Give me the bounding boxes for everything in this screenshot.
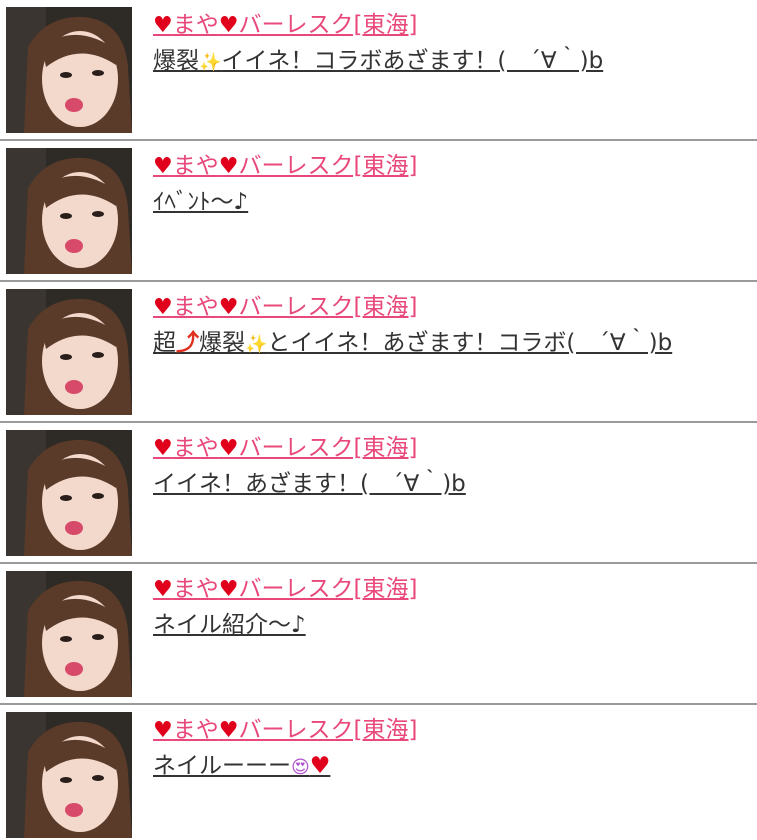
author-name-part: まや — [172, 153, 219, 179]
post-author[interactable]: ♥まや♥バーレスク[東海] — [153, 292, 417, 323]
author-name-part: バーレスク[東海] — [238, 153, 418, 179]
avatar[interactable] — [6, 289, 132, 415]
author-name-part: バーレスク[東海] — [238, 12, 418, 38]
sparkle-icon: ✨ — [245, 334, 268, 355]
list-item[interactable]: ♥まや♥バーレスク[東海] イイネ！あざます！( ´∀｀)b — [0, 423, 757, 564]
message-text: イイネ！あざます！( ´∀｀)b — [153, 471, 466, 497]
sparkle-icon: ✨ — [199, 52, 222, 73]
heart-icon: ♥ — [218, 295, 239, 320]
heart-icon: ♥ — [153, 154, 173, 179]
heart-icon: ♥ — [309, 753, 331, 779]
list-item[interactable]: ♥まや♥バーレスク[東海] ネイルーーー😍♥ — [0, 705, 757, 840]
post-message[interactable]: 超⤴爆裂✨とイイネ！あざます！コラボ( ´∀｀)b — [153, 327, 672, 361]
post-message[interactable]: 爆裂✨イイネ！コラボあざます！( ´∀｀)b — [153, 45, 603, 79]
author-name-part: まや — [172, 12, 219, 38]
list-item[interactable]: ♥まや♥バーレスク[東海] 爆裂✨イイネ！コラボあざます！( ´∀｀)b — [0, 0, 757, 141]
post-message[interactable]: ネイルーーー😍♥ — [153, 750, 330, 784]
author-name-part: まや — [172, 717, 219, 743]
heart-icon: ♥ — [218, 718, 239, 743]
author-name-part: バーレスク[東海] — [238, 717, 418, 743]
heart-icon: ♥ — [218, 154, 239, 179]
message-text: ネイルーーー — [153, 753, 291, 779]
list-item[interactable]: ♥まや♥バーレスク[東海] 超⤴爆裂✨とイイネ！あざます！コラボ( ´∀｀)b — [0, 282, 757, 423]
avatar[interactable] — [6, 571, 132, 697]
message-text: 超 — [153, 330, 176, 356]
avatar[interactable] — [6, 430, 132, 556]
post-message[interactable]: ネイル紹介〜♪ — [153, 609, 306, 641]
heart-icon: ♥ — [153, 295, 173, 320]
post-author[interactable]: ♥まや♥バーレスク[東海] — [153, 10, 417, 41]
message-text: 爆裂 — [153, 48, 199, 74]
arrow-up-icon: ⤴ — [176, 330, 199, 356]
message-text: とイイネ！あざます！コラボ( ´∀｀)b — [267, 330, 673, 356]
heart-icon: ♥ — [153, 13, 173, 38]
author-name-part: バーレスク[東海] — [238, 576, 418, 602]
author-name-part: まや — [172, 576, 219, 602]
post-author[interactable]: ♥まや♥バーレスク[東海] — [153, 433, 417, 464]
avatar[interactable] — [6, 148, 132, 274]
author-name-part: まや — [172, 435, 219, 461]
author-name-part: バーレスク[東海] — [238, 294, 418, 320]
author-name-part: バーレスク[東海] — [238, 435, 418, 461]
post-author[interactable]: ♥まや♥バーレスク[東海] — [153, 574, 417, 605]
heart-icon: ♥ — [153, 577, 173, 602]
heart-icon: ♥ — [218, 577, 239, 602]
post-list: ♥まや♥バーレスク[東海] 爆裂✨イイネ！コラボあざます！( ´∀｀)b ♥まや… — [0, 0, 757, 840]
post-author[interactable]: ♥まや♥バーレスク[東海] — [153, 151, 417, 182]
post-message[interactable]: ｲﾍﾞﾝﾄ〜♪ — [153, 186, 248, 218]
heart-icon: ♥ — [218, 13, 239, 38]
heart-eyes-icon: 😍 — [291, 757, 310, 778]
message-text: 爆裂 — [199, 330, 245, 356]
list-item[interactable]: ♥まや♥バーレスク[東海] ｲﾍﾞﾝﾄ〜♪ — [0, 141, 757, 282]
heart-icon: ♥ — [218, 436, 239, 461]
heart-icon: ♥ — [153, 718, 173, 743]
post-message[interactable]: イイネ！あざます！( ´∀｀)b — [153, 468, 466, 500]
avatar[interactable] — [6, 712, 132, 838]
heart-icon: ♥ — [153, 436, 173, 461]
message-text: ネイル紹介〜♪ — [153, 612, 306, 638]
message-text: イイネ！コラボあざます！( ´∀｀)b — [221, 48, 604, 74]
message-text: ｲﾍﾞﾝﾄ〜♪ — [153, 189, 249, 215]
post-author[interactable]: ♥まや♥バーレスク[東海] — [153, 715, 417, 746]
list-item[interactable]: ♥まや♥バーレスク[東海] ネイル紹介〜♪ — [0, 564, 757, 705]
author-name-part: まや — [172, 294, 219, 320]
avatar[interactable] — [6, 7, 132, 133]
